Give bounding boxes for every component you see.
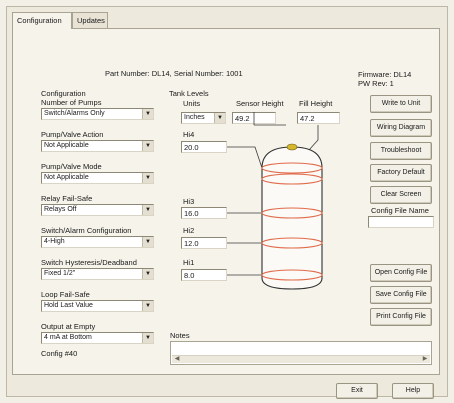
chevron-down-icon[interactable]: ▼: [142, 109, 153, 119]
tank-levels-group-title: Tank Levels: [169, 89, 209, 98]
hi3-label: Hi3: [183, 197, 195, 206]
help-button[interactable]: Help: [392, 383, 434, 399]
chevron-down-icon[interactable]: ▼: [142, 205, 153, 215]
write-to-unit-button[interactable]: Write to Unit: [370, 95, 432, 113]
units-select[interactable]: Inches ▼: [181, 112, 226, 124]
firmware-version: Firmware: DL14: [358, 70, 412, 79]
output-at-empty-value: 4 mA at Bottom: [44, 334, 92, 341]
switch-hysteresis-value: Fixed 1/2": [44, 270, 76, 277]
hi1-label: Hi1: [183, 258, 195, 267]
pump-valve-action-value: Not Applicable: [44, 142, 89, 149]
relay-fail-safe-label: Relay Fail-Safe: [41, 194, 93, 203]
switch-alarm-config-select[interactable]: 4-High ▼: [41, 236, 154, 248]
save-config-file-button[interactable]: Save Config File: [370, 286, 432, 304]
hi4-input[interactable]: 20.0: [181, 141, 227, 153]
hi3-input[interactable]: 16.0: [181, 207, 227, 219]
switch-hysteresis-select[interactable]: Fixed 1/2" ▼: [41, 268, 154, 280]
part-number-label: Part Number:: [105, 69, 150, 78]
sensor-height-label: Sensor Height: [236, 99, 284, 108]
notes-horizontal-scrollbar[interactable]: ◀ ▶: [172, 355, 430, 363]
chevron-down-icon[interactable]: ▼: [142, 141, 153, 151]
chevron-down-icon[interactable]: ▼: [142, 173, 153, 183]
loop-fail-safe-select[interactable]: Hold Last Value ▼: [41, 300, 154, 312]
pump-valve-action-label: Pump/Valve Action: [41, 130, 104, 139]
chevron-down-icon[interactable]: ▼: [142, 333, 153, 343]
configuration-group-title: Configuration: [41, 89, 86, 98]
exit-button[interactable]: Exit: [336, 383, 378, 399]
troubleshoot-button[interactable]: Troubleshoot: [370, 142, 432, 160]
config-number: Config #40: [41, 349, 78, 358]
units-label: Units: [183, 99, 201, 108]
units-value: Inches: [184, 114, 205, 121]
fill-height-input[interactable]: 47.2: [297, 112, 340, 124]
factory-default-button[interactable]: Factory Default: [370, 164, 432, 182]
config-file-name-input[interactable]: [368, 216, 434, 228]
pump-valve-action-select[interactable]: Not Applicable ▼: [41, 140, 154, 152]
config-file-name-label: Config File Name: [371, 206, 429, 215]
loop-fail-safe-value: Hold Last Value: [44, 302, 93, 309]
arrow-left-icon[interactable]: ◀: [173, 356, 181, 363]
number-of-pumps-label: Number of Pumps: [41, 98, 102, 107]
notes-textarea[interactable]: ◀ ▶: [170, 341, 432, 365]
output-at-empty-label: Output at Empty: [41, 322, 96, 331]
wiring-diagram-button[interactable]: Wiring Diagram: [370, 119, 432, 137]
chevron-down-icon[interactable]: ▼: [142, 269, 153, 279]
pump-valve-mode-label: Pump/Valve Mode: [41, 162, 102, 171]
hi1-input[interactable]: 8.0: [181, 269, 227, 281]
serial-number-value: 1001: [225, 69, 243, 78]
pw-revision: PW Rev: 1: [358, 79, 394, 88]
tab-configuration[interactable]: Configuration: [12, 12, 72, 29]
part-number-value: DL14: [151, 69, 170, 78]
open-config-file-button[interactable]: Open Config File: [370, 264, 432, 282]
clear-screen-button[interactable]: Clear Screen: [370, 186, 432, 204]
switch-alarm-config-value: 4-High: [44, 238, 65, 245]
tab-updates[interactable]: Updates: [72, 12, 108, 28]
chevron-down-icon[interactable]: ▼: [214, 113, 225, 123]
sensor-height-input[interactable]: 49.2: [232, 112, 276, 124]
hi4-label: Hi4: [183, 130, 195, 139]
serial-number-label: Serial Number:: [173, 69, 224, 78]
number-of-pumps-select[interactable]: Switch/Alarms Only ▼: [41, 108, 154, 120]
hi2-label: Hi2: [183, 226, 195, 235]
pump-valve-mode-value: Not Applicable: [44, 174, 89, 181]
pump-valve-mode-select[interactable]: Not Applicable ▼: [41, 172, 154, 184]
switch-hysteresis-label: Switch Hysteresis/Deadband: [41, 258, 137, 267]
output-at-empty-select[interactable]: 4 mA at Bottom ▼: [41, 332, 154, 344]
fill-height-label: Fill Height: [299, 99, 333, 108]
relay-fail-safe-value: Relays Off: [44, 206, 77, 213]
relay-fail-safe-select[interactable]: Relays Off ▼: [41, 204, 154, 216]
hi2-input[interactable]: 12.0: [181, 237, 227, 249]
chevron-down-icon[interactable]: ▼: [142, 301, 153, 311]
notes-label: Notes: [170, 331, 190, 340]
number-of-pumps-value: Switch/Alarms Only: [44, 110, 105, 117]
switch-alarm-config-label: Switch/Alarm Configuration: [41, 226, 132, 235]
print-config-file-button[interactable]: Print Config File: [370, 308, 432, 326]
chevron-down-icon[interactable]: ▼: [142, 237, 153, 247]
arrow-right-icon[interactable]: ▶: [421, 356, 429, 363]
loop-fail-safe-label: Loop Fail-Safe: [41, 290, 90, 299]
part-serial-info: Part Number: DL14, Serial Number: 1001: [105, 69, 243, 78]
